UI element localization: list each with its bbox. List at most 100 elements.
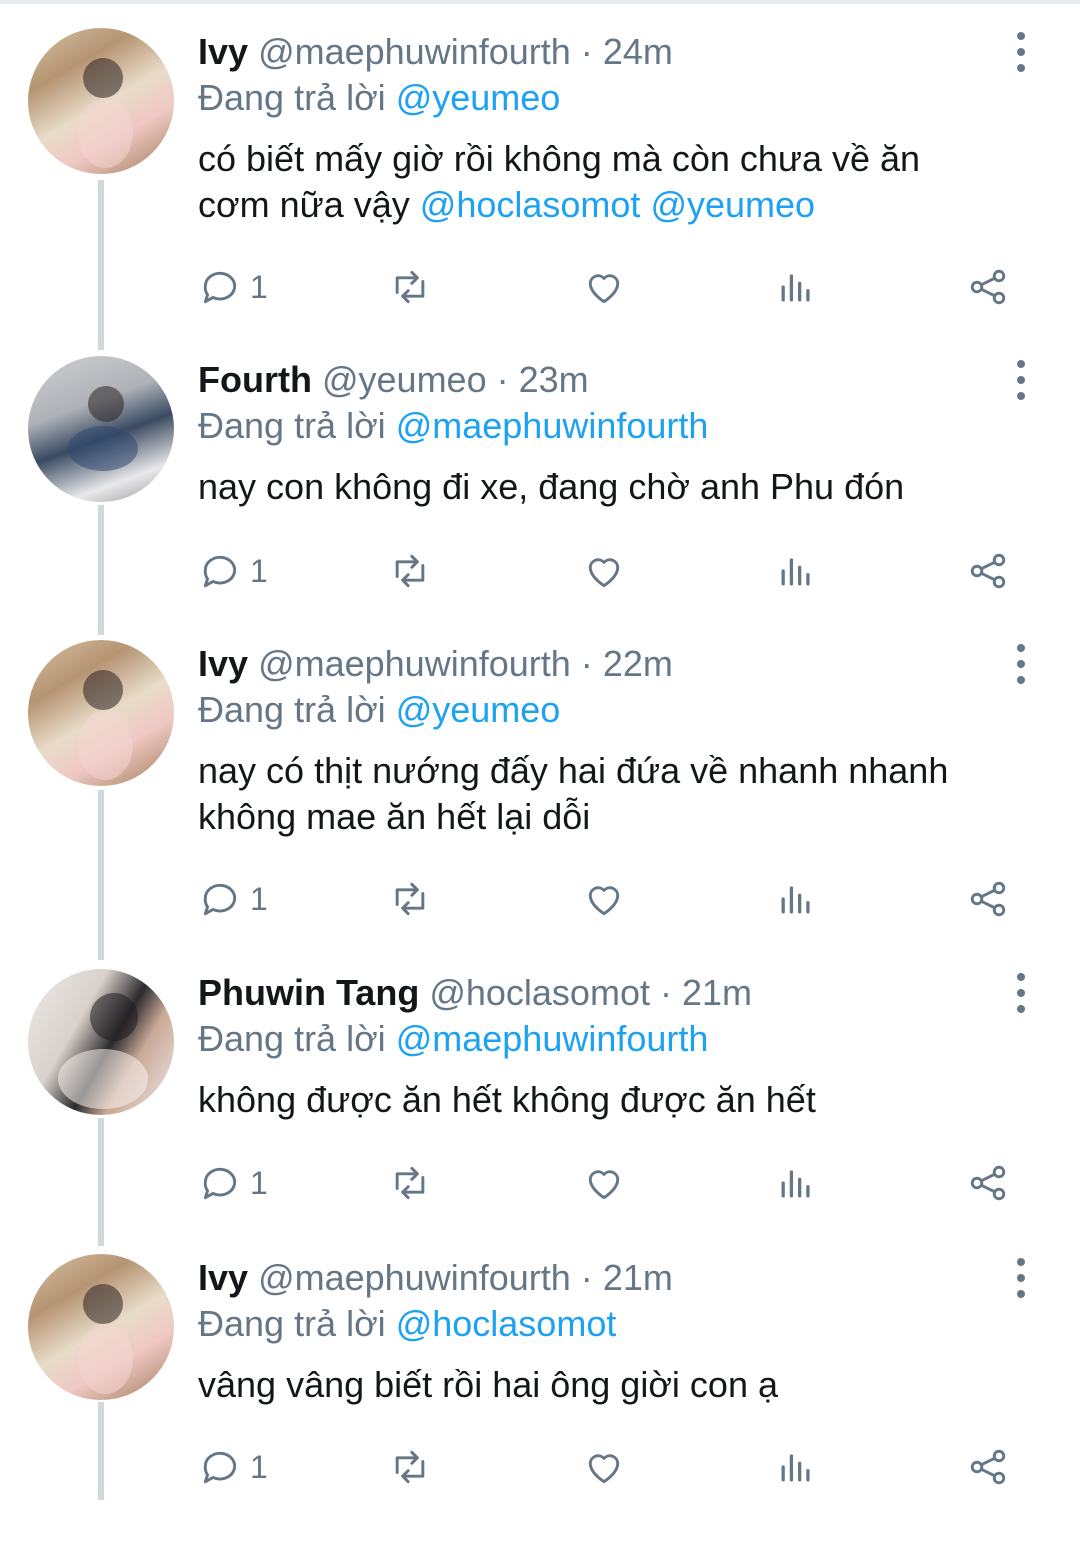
display-name[interactable]: Ivy bbox=[198, 643, 248, 684]
tweet-text: vâng vâng biết rồi hai ông giời con ạ bbox=[198, 1362, 1038, 1408]
avatar[interactable] bbox=[28, 969, 174, 1115]
retweet-button[interactable] bbox=[388, 262, 432, 312]
tweet-text-fragment: cơm nữa vậy bbox=[198, 184, 410, 225]
analytics-button[interactable] bbox=[774, 874, 818, 924]
replying-to: Đang trả lời @maephuwinfourth bbox=[198, 404, 708, 448]
more-options-icon[interactable] bbox=[1004, 973, 1038, 1013]
bar-chart-icon bbox=[781, 1170, 810, 1198]
tweet-text: nay con không đi xe, đang chờ anh Phu đó… bbox=[198, 464, 1038, 510]
reply-to-mention[interactable]: @maephuwinfourth bbox=[396, 1018, 709, 1059]
tweet[interactable]: Ivy @maephuwinfourth · 21m Đang trả lời … bbox=[0, 1254, 1080, 1554]
separator: · bbox=[580, 1257, 593, 1298]
bar-chart-icon bbox=[781, 558, 810, 586]
reply-button[interactable]: 1 bbox=[198, 1442, 268, 1492]
avatar[interactable] bbox=[28, 1254, 174, 1400]
timestamp[interactable]: 23m bbox=[519, 359, 589, 400]
retweet-button[interactable] bbox=[388, 546, 432, 596]
replying-to-label: Đang trả lời bbox=[198, 689, 386, 730]
tweet-header: Ivy @maephuwinfourth · 22m bbox=[198, 642, 673, 686]
reply-to-mention[interactable]: @maephuwinfourth bbox=[396, 405, 709, 446]
retweet-icon bbox=[395, 270, 425, 304]
retweet-button[interactable] bbox=[388, 874, 432, 924]
user-handle[interactable]: @maephuwinfourth bbox=[258, 1257, 571, 1298]
analytics-button[interactable] bbox=[774, 1442, 818, 1492]
share-icon bbox=[970, 1165, 1006, 1201]
mention-link[interactable]: @yeumeo bbox=[650, 184, 815, 225]
timestamp[interactable]: 22m bbox=[603, 643, 673, 684]
mention-link[interactable]: @hoclasomot bbox=[420, 184, 641, 225]
reply-count: 1 bbox=[250, 552, 268, 589]
retweet-button[interactable] bbox=[388, 1442, 432, 1492]
more-options-icon[interactable] bbox=[1004, 644, 1038, 684]
like-button[interactable] bbox=[582, 546, 626, 596]
more-options-icon[interactable] bbox=[1004, 1258, 1038, 1298]
display-name[interactable]: Ivy bbox=[198, 1257, 248, 1298]
reply-to-mention[interactable]: @yeumeo bbox=[396, 77, 561, 118]
like-button[interactable] bbox=[582, 1158, 626, 1208]
user-handle[interactable]: @hoclasomot bbox=[429, 972, 650, 1013]
tweet-text-line: vâng vâng biết rồi hai ông giời con ạ bbox=[198, 1364, 778, 1405]
reply-button[interactable]: 1 bbox=[198, 874, 268, 924]
share-icon bbox=[970, 553, 1006, 589]
tweet-actions: 1 bbox=[0, 1442, 1080, 1492]
like-button[interactable] bbox=[582, 874, 626, 924]
share-icon bbox=[970, 269, 1006, 305]
display-name[interactable]: Ivy bbox=[198, 31, 248, 72]
replying-to: Đang trả lời @maephuwinfourth bbox=[198, 1017, 708, 1061]
reply-count: 1 bbox=[250, 1448, 268, 1485]
like-button[interactable] bbox=[582, 262, 626, 312]
user-handle[interactable]: @yeumeo bbox=[322, 359, 487, 400]
tweet-text-line: không được ăn hết không được ăn hết bbox=[198, 1079, 816, 1120]
reply-to-mention[interactable]: @yeumeo bbox=[396, 689, 561, 730]
tweet-text: có biết mấy giờ rồi không mà còn chưa về… bbox=[198, 136, 1038, 228]
share-icon bbox=[970, 881, 1006, 917]
share-button[interactable] bbox=[966, 546, 1010, 596]
display-name[interactable]: Fourth bbox=[198, 359, 312, 400]
user-handle[interactable]: @maephuwinfourth bbox=[258, 31, 571, 72]
heart-icon bbox=[588, 558, 620, 588]
heart-icon bbox=[588, 274, 620, 304]
replying-to-label: Đang trả lời bbox=[198, 1018, 386, 1059]
share-button[interactable] bbox=[966, 1442, 1010, 1492]
replying-to-label: Đang trả lời bbox=[198, 1303, 386, 1344]
bar-chart-icon bbox=[781, 274, 810, 302]
replying-to: Đang trả lời @yeumeo bbox=[198, 76, 560, 120]
avatar[interactable] bbox=[28, 356, 174, 502]
bar-chart-icon bbox=[781, 1454, 810, 1482]
more-options-icon[interactable] bbox=[1004, 360, 1038, 400]
share-button[interactable] bbox=[966, 262, 1010, 312]
analytics-button[interactable] bbox=[774, 1158, 818, 1208]
reply-button[interactable]: 1 bbox=[198, 546, 268, 596]
share-button[interactable] bbox=[966, 874, 1010, 924]
timestamp[interactable]: 24m bbox=[603, 31, 673, 72]
tweet-text: nay có thịt nướng đấy hai đứa về nhanh n… bbox=[198, 748, 1038, 840]
analytics-button[interactable] bbox=[774, 546, 818, 596]
retweet-icon bbox=[395, 554, 425, 588]
top-divider bbox=[0, 0, 1080, 4]
tweet-actions: 1 bbox=[0, 874, 1080, 924]
like-button[interactable] bbox=[582, 1442, 626, 1492]
timestamp[interactable]: 21m bbox=[682, 972, 752, 1013]
timestamp[interactable]: 21m bbox=[603, 1257, 673, 1298]
more-options-icon[interactable] bbox=[1004, 32, 1038, 72]
user-handle[interactable]: @maephuwinfourth bbox=[258, 643, 571, 684]
display-name[interactable]: Phuwin Tang bbox=[198, 972, 419, 1013]
comment-bubble-icon bbox=[203, 1451, 237, 1484]
avatar[interactable] bbox=[28, 28, 174, 174]
tweet[interactable]: Fourth @yeumeo · 23m Đang trả lời @maeph… bbox=[0, 356, 1080, 656]
reply-to-mention[interactable]: @hoclasomot bbox=[396, 1303, 617, 1344]
reply-button[interactable]: 1 bbox=[198, 262, 268, 312]
tweet-header: Ivy @maephuwinfourth · 24m bbox=[198, 30, 673, 74]
heart-icon bbox=[588, 1454, 620, 1484]
share-button[interactable] bbox=[966, 1158, 1010, 1208]
retweet-icon bbox=[395, 1166, 425, 1200]
avatar[interactable] bbox=[28, 640, 174, 786]
retweet-button[interactable] bbox=[388, 1158, 432, 1208]
analytics-button[interactable] bbox=[774, 262, 818, 312]
tweet-text-line: có biết mấy giờ rồi không mà còn chưa về… bbox=[198, 138, 921, 179]
reply-button[interactable]: 1 bbox=[198, 1158, 268, 1208]
replying-to-label: Đang trả lời bbox=[198, 77, 386, 118]
comment-bubble-icon bbox=[203, 1167, 237, 1200]
comment-bubble-icon bbox=[203, 271, 237, 304]
tweet[interactable]: Phuwin Tang @hoclasomot · 21m Đang trả l… bbox=[0, 969, 1080, 1269]
